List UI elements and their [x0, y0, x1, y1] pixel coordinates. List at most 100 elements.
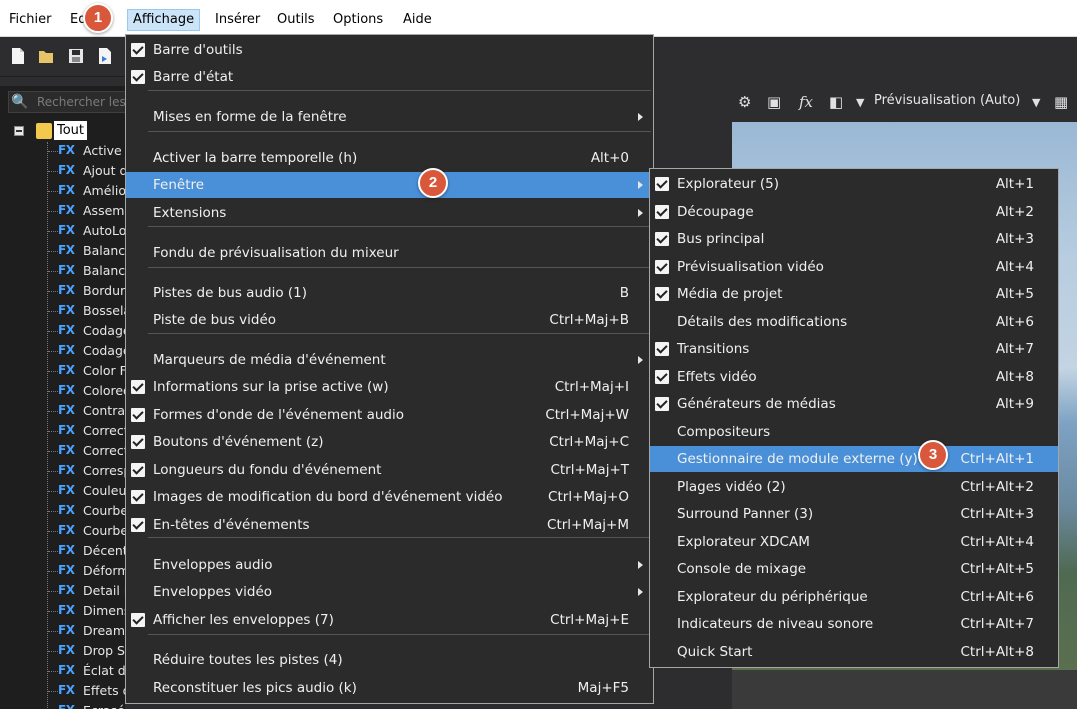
new-file-icon[interactable] [10, 47, 26, 65]
tree-item-label: Dimens [83, 603, 131, 618]
save-icon[interactable] [68, 47, 84, 65]
fx-plugin-icon: FX [58, 503, 75, 517]
fx-icon[interactable]: fx [799, 93, 813, 111]
menu-item-shortcut: Alt+4 [995, 258, 1034, 275]
open-folder-icon[interactable] [38, 47, 54, 65]
fenetre-menu-item[interactable]: Explorateur (5) Alt+1 [650, 171, 1058, 197]
affichage-menu-item[interactable]: Réduire toutes les pistes (4) [126, 647, 653, 673]
menu-item-label: Mises en forme de la fenêtre [153, 109, 347, 125]
menu-fichier[interactable]: Fichier [4, 9, 57, 31]
menu-item-shortcut: Ctrl+Alt+6 [960, 588, 1034, 605]
fenetre-menu-item[interactable]: Média de projet Alt+5 [650, 281, 1058, 307]
affichage-menu-item[interactable]: Fenêtre [126, 172, 653, 198]
affichage-menu-item[interactable]: Barre d'outils [126, 37, 653, 63]
affichage-menu-item[interactable]: Extensions [126, 200, 653, 226]
fenetre-menu-item[interactable]: Quick Start Ctrl+Alt+8 [650, 639, 1058, 665]
checkmark-icon [131, 613, 145, 627]
grid-icon[interactable]: ▦ [1054, 93, 1068, 111]
affichage-menu-item[interactable]: Piste de bus vidéo Ctrl+Maj+B [126, 307, 653, 333]
tree-connector [48, 411, 58, 412]
menu-separator [148, 131, 651, 132]
menu-item-label: Explorateur XDCAM [677, 533, 810, 550]
fenetre-menu-item[interactable]: Explorateur XDCAM Ctrl+Alt+4 [650, 529, 1058, 555]
fx-plugin-icon: FX [58, 263, 75, 277]
affichage-menu-item[interactable]: Longueurs du fondu d'événement Ctrl+Maj+T [126, 457, 653, 483]
affichage-menu-item[interactable]: Fondu de prévisualisation du mixeur [126, 240, 653, 266]
fenetre-menu-item[interactable]: Générateurs de médias Alt+9 [650, 391, 1058, 417]
affichage-menu-item[interactable]: Enveloppes audio [126, 552, 653, 578]
checkmark-icon [131, 490, 145, 504]
tree-connector [48, 251, 58, 252]
fenetre-menu-item[interactable]: Compositeurs [650, 419, 1058, 445]
affichage-menu-item[interactable]: Pistes de bus audio (1) B [126, 280, 653, 306]
step-badge-2: 2 [418, 168, 448, 198]
fx-plugin-icon: FX [58, 643, 75, 657]
affichage-menu-item[interactable]: Barre d'état [126, 64, 653, 90]
fx-plugin-icon: FX [58, 603, 75, 617]
quality-dropdown-icon[interactable]: ▼ [1032, 96, 1040, 109]
fenetre-menu-item[interactable]: Console de mixage Ctrl+Alt+5 [650, 556, 1058, 582]
fx-plugin-icon: FX [58, 243, 75, 257]
gear-icon[interactable]: ⚙ [738, 93, 751, 111]
fx-plugin-icon: FX [58, 703, 75, 709]
affichage-menu-item[interactable]: Mises en forme de la fenêtre [126, 104, 653, 130]
render-icon[interactable] [97, 47, 113, 65]
affichage-menu-item[interactable]: Activer la barre temporelle (h) Alt+0 [126, 145, 653, 171]
fx-plugin-icon: FX [58, 583, 75, 597]
fenetre-menu-item[interactable]: Plages vidéo (2) Ctrl+Alt+2 [650, 474, 1058, 500]
menu-options[interactable]: Options [328, 9, 388, 31]
affichage-menu-item[interactable]: Afficher les enveloppes (7) Ctrl+Maj+E [126, 607, 653, 633]
external-monitor-icon[interactable]: ▣ [767, 93, 781, 111]
checkmark-icon [655, 177, 669, 191]
fenetre-menu-item[interactable]: Découpage Alt+2 [650, 199, 1058, 225]
preview-bottom-bar [732, 670, 1077, 709]
fenetre-menu-item[interactable]: Surround Panner (3) Ctrl+Alt+3 [650, 501, 1058, 527]
menu-item-shortcut: Alt+6 [995, 313, 1034, 330]
fenetre-menu-item[interactable]: Effets vidéo Alt+8 [650, 364, 1058, 390]
fenetre-menu-item[interactable]: Transitions Alt+7 [650, 336, 1058, 362]
split-dropdown-icon[interactable]: ▼ [856, 96, 864, 109]
preview-quality-label[interactable]: Prévisualisation (Auto) [874, 93, 1020, 108]
affichage-menu-item[interactable]: Marqueurs de média d'événement [126, 347, 653, 373]
fenetre-menu-item[interactable]: Détails des modifications Alt+6 [650, 309, 1058, 335]
fenetre-menu-item[interactable]: Indicateurs de niveau sonore Ctrl+Alt+7 [650, 611, 1058, 637]
menu-item-shortcut: Ctrl+Alt+2 [960, 478, 1034, 495]
checkmark-icon [131, 518, 145, 532]
split-screen-icon[interactable]: ◧ [829, 93, 843, 111]
menu-affichage[interactable]: Affichage [127, 9, 201, 31]
collapse-icon[interactable] [14, 126, 24, 136]
affichage-menu-item[interactable]: Images de modification du bord d'événeme… [126, 484, 653, 510]
menu-item-label: Découpage [677, 203, 754, 220]
checkmark-icon [131, 435, 145, 449]
menu-item-label: Formes d'onde de l'événement audio [153, 407, 404, 423]
menu-item-shortcut: Ctrl+Alt+5 [960, 561, 1034, 577]
menu-aide[interactable]: Aide [398, 9, 437, 31]
menu-item-label: Prévisualisation vidéo [677, 258, 824, 275]
tree-item-label: Codage [83, 323, 131, 338]
submenu-arrow-icon [638, 588, 643, 596]
checkmark-icon [131, 408, 145, 422]
affichage-menu-item[interactable]: Boutons d'événement (z) Ctrl+Maj+C [126, 429, 653, 455]
tree-connector [48, 671, 58, 672]
affichage-menu-item[interactable]: En-têtes d'événements Ctrl+Maj+M [126, 512, 653, 538]
affichage-menu-item[interactable]: Informations sur la prise active (w) Ctrl… [126, 374, 653, 400]
fenetre-menu-item[interactable]: Bus principal Alt+3 [650, 226, 1058, 252]
affichage-menu-item[interactable]: Formes d'onde de l'événement audio Ctrl+M… [126, 402, 653, 428]
fenetre-menu-item[interactable]: Explorateur du périphérique Ctrl+Alt+6 [650, 584, 1058, 610]
menu-item-label: Console de mixage [677, 561, 807, 577]
fenetre-menu-item[interactable]: Gestionnaire de module externe (y) Ctrl+A… [650, 446, 1058, 472]
tree-item-label: Déform [83, 563, 130, 578]
fenetre-menu-item[interactable]: Prévisualisation vidéo Alt+4 [650, 254, 1058, 280]
menu-item-label: Fenêtre [153, 177, 205, 193]
menu-item-label: Barre d'état [153, 69, 234, 85]
tree-connector [48, 211, 58, 212]
fx-plugin-icon: FX [58, 543, 75, 557]
search-input[interactable]: 🔍 Rechercher les [8, 91, 128, 113]
affichage-menu-item[interactable]: Reconstituer les pics audio (k) Maj+F5 [126, 675, 653, 701]
affichage-menu-item[interactable]: Enveloppes vidéo [126, 579, 653, 605]
toolbar [0, 37, 125, 77]
menu-inserer[interactable]: Insérer [210, 9, 265, 31]
tree-item-label: Active [83, 143, 122, 158]
menu-outils[interactable]: Outils [272, 9, 320, 31]
menu-item-shortcut: Ctrl+Maj+O [548, 489, 629, 505]
